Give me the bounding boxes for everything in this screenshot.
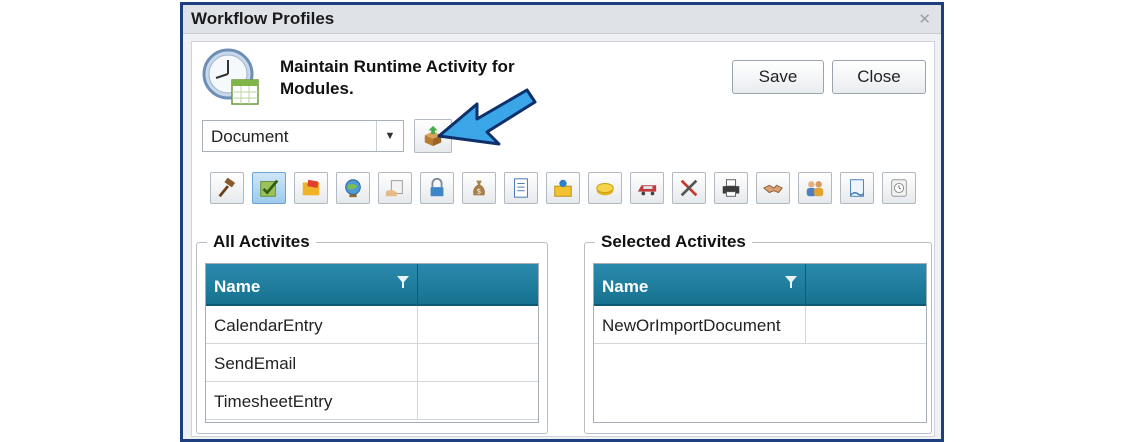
toolbar-certificate-button[interactable] [840,172,874,204]
toolbar-document-hand-button[interactable] [378,172,412,204]
title-bar: Workflow Profiles ✕ [183,5,941,34]
document-icon [514,178,528,198]
workflow-profiles-window: Workflow Profiles ✕ Maintain Runtime Act… [180,2,944,442]
toolbar-tools-button[interactable] [672,172,706,204]
mail-icon [554,179,572,197]
checkbox-icon [260,179,279,197]
handshake-icon [763,184,783,194]
folder-icon [302,179,320,196]
grid-header: Name [594,264,926,306]
cell-name: CalendarEntry [206,306,418,344]
content-panel: Maintain Runtime Activity for Modules. S… [191,41,935,437]
tools-icon [680,179,698,197]
all-activities-title: All Activites [207,232,316,252]
lock-icon [430,177,444,197]
table-row[interactable]: NewOrImportDocument [594,306,926,344]
toolbar-handshake-button[interactable] [756,172,790,204]
svg-text:$: $ [477,187,482,196]
grid-header: Name [206,264,538,306]
selected-activities-group: Selected Activites Name NewOrImportDocum… [584,232,932,434]
toolbar-clock-settings-button[interactable] [882,172,916,204]
toolbar-checkbox-button[interactable] [252,172,286,204]
filter-icon[interactable] [395,274,411,290]
pointer-arrow-icon [437,88,537,146]
toolbar-coins-button[interactable] [588,172,622,204]
column-header-name[interactable]: Name [594,264,806,304]
column-header-name[interactable]: Name [206,264,418,304]
printer-icon [722,179,740,197]
certificate-icon [850,179,864,197]
money-bag-icon: $ [473,180,485,196]
toolbar-money-bag-button[interactable]: $ [462,172,496,204]
toolbar-folder-button[interactable] [294,172,328,204]
window-title: Workflow Profiles [191,9,335,28]
toolbar-gavel-button[interactable] [210,172,244,204]
toolbar-globe-button[interactable] [336,172,370,204]
cell-name: SendEmail [206,344,418,382]
column-header-label: Name [602,277,649,296]
column-header-label: Name [214,277,261,296]
toolbar-printer-button[interactable] [714,172,748,204]
all-activities-group: All Activites Name CalendarEntry SendEma… [196,232,548,434]
gavel-icon [218,177,236,198]
clock-settings-icon [891,179,907,197]
cell-name: NewOrImportDocument [594,306,806,344]
window-close-icon[interactable]: ✕ [918,10,931,28]
table-row[interactable]: SendEmail [206,344,538,382]
globe-icon [345,179,361,198]
toolbar-mail-button[interactable] [546,172,580,204]
people-icon [806,181,824,197]
coins-icon [596,182,614,196]
filter-icon[interactable] [783,274,799,290]
save-button[interactable]: Save [732,60,824,94]
module-dropdown-value: Document [211,127,289,146]
train-icon [637,185,657,196]
cell-name: TimesheetEntry [206,382,418,420]
chevron-down-icon[interactable]: ▼ [376,121,403,151]
table-row[interactable]: CalendarEntry [206,306,538,344]
module-dropdown[interactable]: Document ▼ [202,120,404,152]
selected-activities-grid: Name NewOrImportDocument [593,263,927,423]
toolbar-people-button[interactable] [798,172,832,204]
table-row[interactable]: TimesheetEntry [206,382,538,420]
document-hand-icon [385,180,403,197]
all-activities-grid: Name CalendarEntry SendEmail TimesheetEn… [205,263,539,423]
toolbar-lock-button[interactable] [420,172,454,204]
toolbar-train-button[interactable] [630,172,664,204]
close-button[interactable]: Close [832,60,926,94]
selected-activities-title: Selected Activites [595,232,752,252]
toolbar-document-button[interactable] [504,172,538,204]
clock-calendar-icon [202,48,259,105]
